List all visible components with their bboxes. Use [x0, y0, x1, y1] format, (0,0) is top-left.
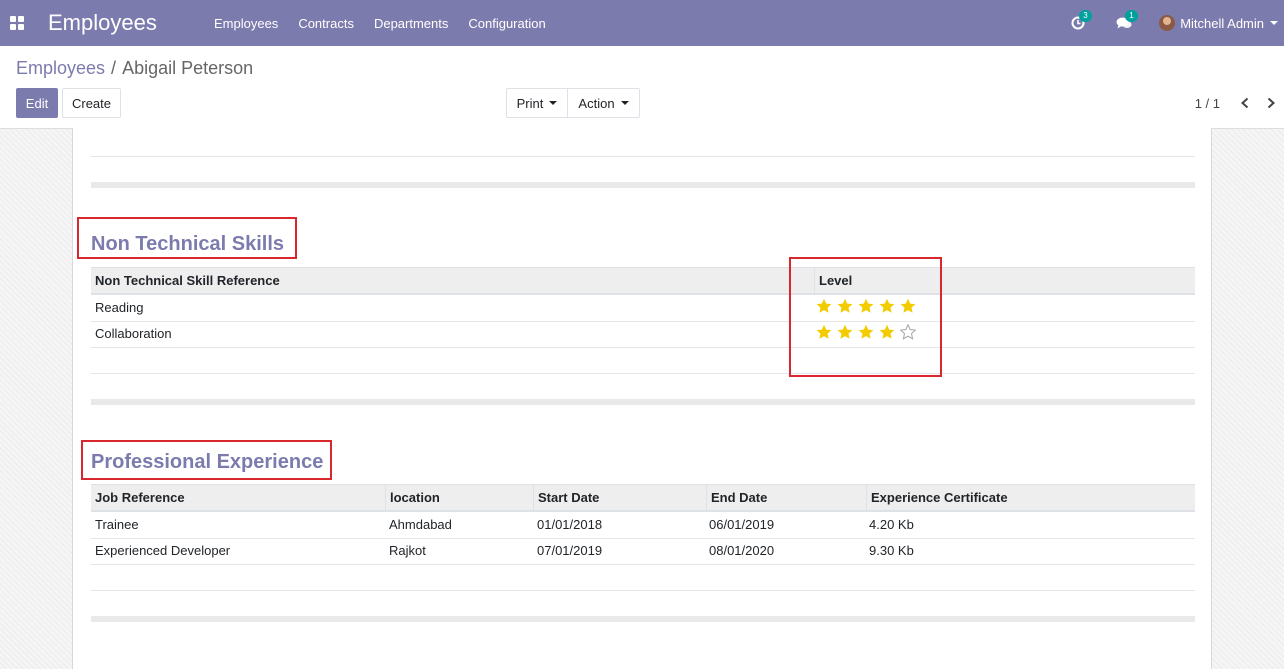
- column-header-skill-reference[interactable]: Non Technical Skill Reference: [91, 268, 814, 294]
- non-technical-table-header: Non Technical Skill Reference Level: [91, 267, 1195, 295]
- table-footer-bar: [91, 182, 1195, 188]
- row-divider: [91, 590, 1195, 591]
- pager: 1 / 1: [1195, 88, 1284, 118]
- menu-item-configuration[interactable]: Configuration: [458, 16, 555, 31]
- column-header-experience-certificate[interactable]: Experience Certificate: [866, 485, 1195, 511]
- experience-table-header: Job Reference location Start Date End Da…: [91, 484, 1195, 512]
- message-count-badge: 1: [1125, 10, 1138, 22]
- start-date-cell[interactable]: 07/01/2019: [533, 538, 602, 564]
- row-divider: [91, 321, 1195, 322]
- end-date-cell[interactable]: 08/01/2020: [705, 538, 774, 564]
- breadcrumb-separator: /: [111, 58, 117, 78]
- certificate-cell[interactable]: 9.30 Kb: [865, 538, 914, 564]
- chevron-down-icon: [549, 101, 558, 105]
- location-cell[interactable]: Rajkot: [385, 538, 426, 564]
- breadcrumb-parent-link[interactable]: Employees: [16, 58, 105, 78]
- activity-clock-icon[interactable]: 3: [1067, 10, 1092, 34]
- end-date-cell[interactable]: 06/01/2019: [705, 512, 774, 538]
- column-header-job-reference[interactable]: Job Reference: [91, 485, 385, 511]
- form-sheet: Non Technical Skills Non Technical Skill…: [72, 128, 1212, 669]
- messages-chat-icon[interactable]: 1: [1113, 10, 1138, 34]
- avatar: [1159, 15, 1176, 31]
- print-label: Print: [516, 95, 544, 111]
- job-reference-cell[interactable]: Experienced Developer: [91, 538, 230, 564]
- user-name: Mitchell Admin: [1180, 15, 1264, 31]
- start-date-cell[interactable]: 01/01/2018: [533, 512, 602, 538]
- skill-name-collaboration[interactable]: Collaboration: [91, 321, 172, 347]
- user-menu[interactable]: Mitchell Admin: [1159, 15, 1278, 31]
- navbar-systray: 3 1 Mitchell Admin: [1067, 0, 1284, 46]
- app-title[interactable]: Employees: [48, 10, 194, 36]
- chevron-left-icon: [1241, 97, 1249, 109]
- menu-item-departments[interactable]: Departments: [364, 16, 458, 31]
- pager-next-button[interactable]: [1258, 90, 1284, 116]
- pager-value[interactable]: 1 / 1: [1195, 96, 1220, 111]
- chevron-right-icon: [1267, 97, 1275, 109]
- column-header-start-date[interactable]: Start Date: [533, 485, 706, 511]
- print-dropdown-button[interactable]: Print: [506, 88, 568, 118]
- row-divider: [91, 156, 1195, 157]
- column-header-location[interactable]: location: [385, 485, 533, 511]
- row-divider: [91, 347, 1195, 348]
- action-dropdown-button[interactable]: Action: [567, 88, 640, 118]
- pager-previous-button[interactable]: [1232, 90, 1258, 116]
- breadcrumb-current: Abigail Peterson: [122, 58, 254, 78]
- row-divider: [91, 373, 1195, 374]
- skill-name-reading[interactable]: Reading: [91, 295, 143, 321]
- create-button[interactable]: Create: [62, 88, 121, 118]
- top-navbar: Employees Employees Contracts Department…: [0, 0, 1284, 46]
- apps-grid-icon[interactable]: [10, 16, 24, 30]
- table-footer-bar: [91, 399, 1195, 405]
- menu-item-employees[interactable]: Employees: [204, 16, 288, 31]
- certificate-cell[interactable]: 4.20 Kb: [865, 512, 914, 538]
- chevron-down-icon: [620, 101, 629, 105]
- chevron-down-icon: [1270, 21, 1278, 25]
- action-label: Action: [578, 95, 615, 111]
- row-divider: [91, 538, 1195, 539]
- column-header-end-date[interactable]: End Date: [706, 485, 866, 511]
- edit-button[interactable]: Edit: [16, 88, 58, 118]
- breadcrumb: Employees / Abigail Peterson: [16, 58, 253, 79]
- main-menu: Employees Contracts Departments Configur…: [204, 16, 556, 31]
- job-reference-cell[interactable]: Trainee: [91, 512, 139, 538]
- activity-count-badge: 3: [1079, 10, 1092, 22]
- highlight-box-level-column: [789, 257, 942, 377]
- location-cell[interactable]: Ahmdabad: [385, 512, 452, 538]
- menu-item-contracts[interactable]: Contracts: [288, 16, 364, 31]
- highlight-box-section-title: [77, 217, 297, 259]
- row-divider: [91, 564, 1195, 565]
- highlight-box-section-title: [81, 440, 332, 480]
- table-footer-bar: [91, 616, 1195, 622]
